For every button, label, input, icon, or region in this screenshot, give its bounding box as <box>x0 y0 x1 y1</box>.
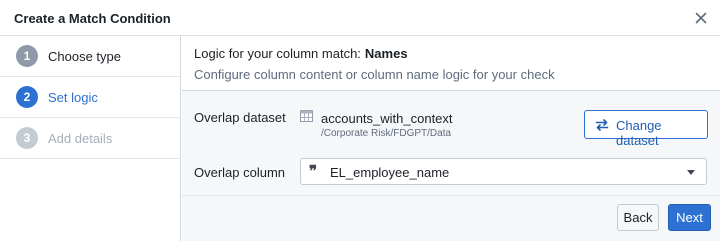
overlap-column-value: EL_employee_name <box>330 165 450 180</box>
logic-subtitle: Configure column content or column name … <box>194 67 555 82</box>
step-add-details[interactable]: 3 Add details <box>0 118 181 159</box>
step-label: Add details <box>48 131 113 146</box>
quote-icon: ❞ <box>309 162 318 180</box>
back-button[interactable]: Back <box>617 204 659 231</box>
dialog-header: Create a Match Condition <box>0 0 720 36</box>
step-number: 3 <box>16 127 38 149</box>
step-label: Choose type <box>48 49 121 64</box>
step-content: Logic for your column match: Names Config… <box>182 36 720 241</box>
step-choose-type[interactable]: 1 Choose type <box>0 36 181 77</box>
logic-match-name: Names <box>364 46 408 61</box>
logic-title: Logic for your column match: Names <box>194 46 408 61</box>
logic-prefix: Logic for your column match: <box>194 46 361 61</box>
change-dataset-label: Change dataset <box>616 118 662 148</box>
match-condition-dialog: Create a Match Condition 1 Choose type 2… <box>0 0 720 241</box>
overlap-dataset-label: Overlap dataset <box>194 110 286 125</box>
step-number: 2 <box>16 86 38 108</box>
next-button[interactable]: Next <box>668 204 711 231</box>
step-set-logic[interactable]: 2 Set logic <box>0 77 181 118</box>
dataset-path: /Corporate Risk/FDGPT/Data <box>321 128 452 139</box>
step-number: 1 <box>16 45 38 67</box>
step-label: Set logic <box>48 90 98 105</box>
overlap-column-select[interactable]: ❞ EL_employee_name <box>300 158 707 185</box>
table-icon <box>300 110 313 122</box>
footer-divider <box>182 195 720 196</box>
close-icon[interactable] <box>693 10 709 26</box>
change-dataset-button[interactable]: Change dataset <box>584 110 708 148</box>
caret-down-icon <box>687 170 695 175</box>
logic-header: Logic for your column match: Names Config… <box>182 36 720 91</box>
swap-arrows-icon <box>595 119 609 131</box>
dialog-title: Create a Match Condition <box>14 11 171 26</box>
step-list: 1 Choose type 2 Set logic 3 Add details <box>0 36 181 241</box>
overlap-column-label: Overlap column <box>194 165 286 180</box>
dataset-name[interactable]: accounts_with_context <box>321 111 453 126</box>
